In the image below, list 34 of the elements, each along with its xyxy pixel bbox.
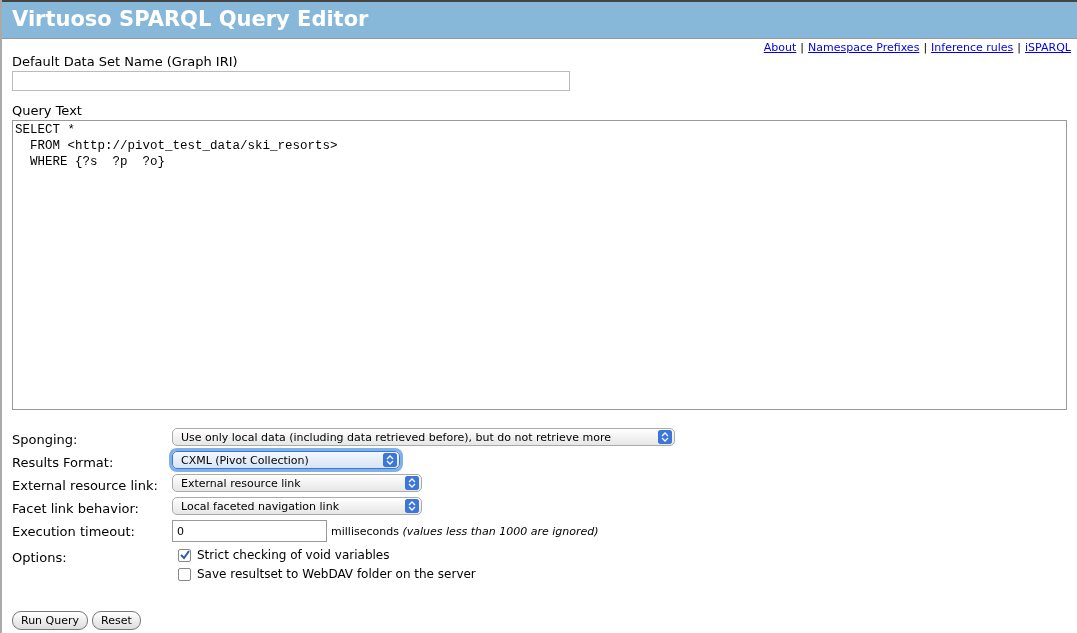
dropdown[interactable]: Local faceted navigation link (172, 497, 422, 515)
setting-label: Results Format: (12, 454, 115, 470)
graph-iri-field[interactable] (12, 71, 570, 91)
dropdown-arrows-icon (658, 430, 672, 444)
page-title: Virtuoso SPARQL Query Editor (2, 0, 1077, 39)
checkbox[interactable] (178, 548, 191, 562)
dropdown[interactable]: CXML (Pivot Collection) (172, 451, 400, 469)
dropdown[interactable]: Use only local data (including data retrieved before), but do not retrieve more (172, 428, 675, 446)
dropdown[interactable]: External resource link (172, 474, 422, 492)
dropdown-arrows-icon (405, 476, 419, 490)
dropdown-arrows-icon (405, 499, 419, 513)
timeout-field[interactable]: 0 (172, 520, 327, 542)
checkbox-label: Strict checking of void variables (197, 548, 390, 562)
query-text-field[interactable]: SELECT * FROM <http://pivot_test_data/ski_resorts> WHERE {?s ?p ?o} (12, 120, 1067, 410)
separator: | (923, 41, 928, 54)
form-button[interactable]: Reset (92, 611, 141, 630)
setting-label: Facet link behavior: (12, 500, 140, 516)
checkbox-label: Save resultset to WebDAV folder on the server (197, 567, 476, 581)
nav-link[interactable]: iSPARQL (1025, 41, 1071, 54)
timeout-note: milliseconds (values less than 1000 are ignored) (331, 524, 599, 538)
dropdown-arrows-icon (383, 453, 397, 467)
setting-label: Sponging: (12, 431, 79, 447)
field-label: Query Text (11, 103, 83, 118)
form-button[interactable]: Run Query (12, 611, 89, 630)
checkbox[interactable] (178, 567, 191, 581)
setting-label: Execution timeout: (12, 523, 136, 539)
nav-link[interactable]: Inference rules (931, 41, 1014, 54)
separator: | (800, 41, 805, 54)
field-label: Default Data Set Name (Graph IRI) (11, 54, 239, 69)
nav-link[interactable]: About (763, 41, 797, 54)
setting-label: Options: (12, 549, 68, 565)
separator: | (1017, 41, 1022, 54)
nav-link[interactable]: Namespace Prefixes (808, 41, 920, 54)
setting-label: External resource link: (12, 477, 159, 493)
